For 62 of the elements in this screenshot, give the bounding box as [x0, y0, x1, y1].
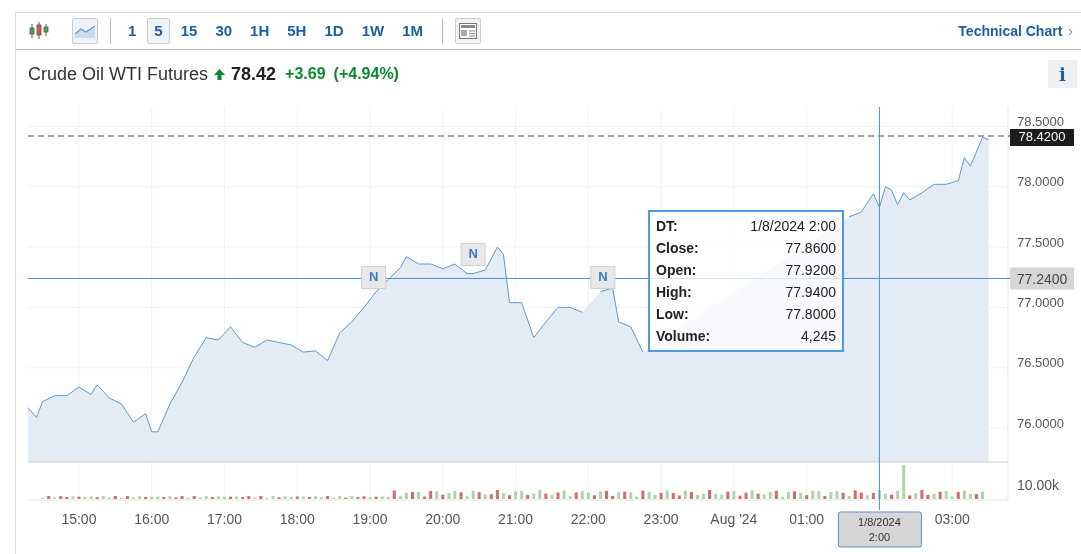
- interval-button[interactable]: 5: [147, 18, 170, 44]
- x-axis-label: 16:00: [134, 510, 170, 527]
- tooltip-label: High:: [656, 283, 692, 302]
- last-price: 78.42: [231, 62, 277, 86]
- news-marker[interactable]: N: [460, 243, 486, 266]
- tooltip-value: 77.8600: [785, 239, 836, 258]
- annotation: N: [598, 269, 608, 285]
- tooltip-label: DT:: [656, 217, 678, 236]
- x-axis-label: 15:00: [61, 510, 97, 527]
- area-chart-icon: [74, 23, 96, 39]
- instrument-name: Crude Oil WTI Futures: [28, 62, 209, 86]
- interval-button[interactable]: 5H: [280, 18, 314, 44]
- tooltip-label: Close:: [656, 239, 699, 258]
- x-axis-label: 01:00: [789, 510, 825, 527]
- percent-change: (+4.94%): [333, 64, 399, 84]
- interval-button[interactable]: 30: [208, 18, 240, 44]
- x-axis-label: 22:00: [570, 510, 606, 527]
- tooltip-value: 77.9400: [785, 283, 836, 302]
- ref-line-label: 78.4200: [1018, 128, 1066, 144]
- interval-button[interactable]: 1: [121, 18, 144, 44]
- chart-type-button[interactable]: [72, 18, 98, 44]
- y-axis-label: 78.0000: [1017, 174, 1064, 190]
- interval-button[interactable]: 1D: [317, 18, 351, 44]
- tooltip-label: Open:: [656, 261, 697, 280]
- annotation: N: [368, 269, 379, 285]
- tooltip-value: 77.9200: [785, 261, 836, 280]
- x-axis-label: 17:00: [206, 510, 242, 527]
- tooltip-label: Volume:: [656, 327, 711, 346]
- y-axis-label: 76.0000: [1017, 415, 1064, 431]
- tooltip-label: Low:: [656, 305, 689, 324]
- news-marker[interactable]: N: [590, 265, 616, 289]
- y-axis-label: 78.5000: [1017, 113, 1064, 129]
- volume-axis-label: 10.00k: [1017, 476, 1060, 493]
- ref-line-label: 77.2400: [1016, 270, 1068, 287]
- x-axis-label: 18:00: [279, 510, 315, 527]
- news-marker[interactable]: N: [361, 265, 387, 289]
- x-axis-label: 21:00: [498, 510, 534, 527]
- interval-button[interactable]: 1W: [354, 18, 392, 44]
- layout-icon: [458, 23, 477, 39]
- tooltip-value: 4,245: [800, 327, 836, 346]
- y-axis-label: 77.0000: [1017, 294, 1064, 310]
- last-price-tag: 78.4200: [1010, 128, 1074, 146]
- interval-button[interactable]: 1H: [243, 18, 277, 44]
- x-axis-label: 19:00: [352, 510, 388, 527]
- candlestick-icon: [28, 21, 50, 41]
- layout-button[interactable]: [454, 18, 481, 44]
- x-axis-label: Aug '24: [710, 510, 758, 527]
- x-axis-label: 23:00: [643, 510, 679, 527]
- technical-chart-link[interactable]: Technical Chart ›: [958, 20, 1073, 42]
- price-change: +3.69: [285, 64, 326, 84]
- crosshair-price-tag: 77.2400: [1010, 267, 1074, 290]
- y-axis-label: 77.5000: [1017, 234, 1064, 250]
- interval-button[interactable]: 1M: [395, 18, 430, 44]
- x-axis-label: 03:00: [934, 510, 970, 527]
- interval-button[interactable]: 15: [173, 18, 205, 44]
- tooltip-value: 77.8000: [785, 305, 836, 324]
- x-axis-label: 20:00: [425, 510, 461, 527]
- crosshair-time-tag: 1/8/2024 2:00: [837, 511, 922, 548]
- annotation: N: [468, 246, 478, 262]
- y-axis-label: 76.5000: [1017, 355, 1064, 371]
- tooltip-value: 1/8/2024 2:00: [750, 217, 836, 236]
- info-button[interactable]: i: [1048, 60, 1077, 88]
